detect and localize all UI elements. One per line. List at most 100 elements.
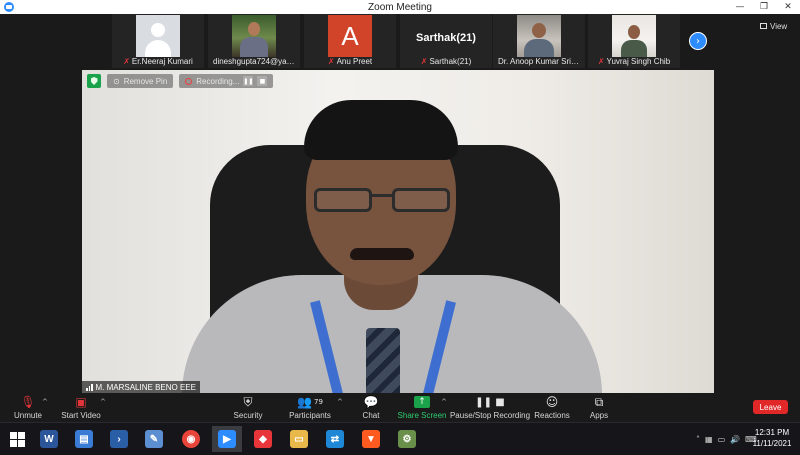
participant-display-name: Sarthak(21) xyxy=(416,32,476,44)
participant-name: dineshgupta724@yahoo.... xyxy=(213,57,295,66)
share-screen-icon: ↑ xyxy=(414,396,430,408)
taskbar-clock[interactable]: 12:31 PM 11/11/2021 xyxy=(752,427,792,449)
taskbar-utility[interactable]: ⚙ xyxy=(392,426,422,452)
letter-avatar: A xyxy=(328,15,372,57)
system-tray: ˄ ▦ ▭ 🔊 ⌨ xyxy=(696,428,757,450)
muted-mic-icon: ✗ xyxy=(597,56,605,66)
muted-mic-icon: ✗ xyxy=(420,56,428,66)
window-controls: — ❐ ✕ xyxy=(728,0,800,14)
participant-name: Anu Preet xyxy=(336,57,373,66)
muted-mic-icon: 🎙 xyxy=(20,395,36,409)
signal-bars-icon xyxy=(86,383,93,391)
taskbar-brave[interactable]: ▼ xyxy=(356,426,386,452)
word-icon: W xyxy=(40,430,58,448)
muted-mic-icon: ✗ xyxy=(327,56,335,66)
participants-options-caret[interactable]: ^ xyxy=(337,398,343,406)
remote-app-icon: ⇄ xyxy=(326,430,344,448)
chevron-right-icon[interactable]: › xyxy=(689,32,707,50)
participant-video xyxy=(517,15,561,57)
display-icon[interactable]: ▭ xyxy=(718,435,726,444)
apps-button[interactable]: ⧉ Apps xyxy=(588,394,610,421)
taskbar-anydesk[interactable]: ◆ xyxy=(248,426,278,452)
paint-icon: ✎ xyxy=(145,430,163,448)
taskbar-computer[interactable]: ▤ xyxy=(69,426,99,452)
grid-view-icon xyxy=(760,23,767,29)
leave-button[interactable]: Leave xyxy=(753,400,788,414)
participant-tile[interactable]: Dr. Anoop Kumar Srivast... xyxy=(493,14,585,68)
powershell-icon: › xyxy=(110,430,128,448)
recording-dot-icon xyxy=(185,77,193,85)
title-bar: Zoom Meeting — ❐ ✕ xyxy=(0,0,800,14)
taskbar-remote-app[interactable]: ⇄ xyxy=(320,426,350,452)
utility-icon: ⚙ xyxy=(398,430,416,448)
view-label: View xyxy=(770,21,788,31)
participants-icon: 👥 xyxy=(297,395,313,409)
remove-pin-button[interactable]: ⊙ Remove Pin xyxy=(107,74,174,88)
pause-stop-icon: ❚❚ ■ xyxy=(475,396,505,408)
volume-icon[interactable]: 🔊 xyxy=(730,435,740,444)
anydesk-icon: ◆ xyxy=(254,430,272,448)
windows-taskbar: W ▤ › ✎ ◉ ▶ ◆ ▭ ⇄ ▼ ⚙ ˄ ▦ ▭ 🔊 ⌨ 12:31 PM… xyxy=(0,422,800,455)
encryption-shield-icon[interactable] xyxy=(87,74,101,88)
share-screen-button[interactable]: ↑ Share Screen xyxy=(398,395,446,420)
stop-recording-icon[interactable]: ■ xyxy=(257,76,268,86)
participant-name: Dr. Anoop Kumar Srivast... xyxy=(498,57,580,66)
restore-button[interactable]: ❐ xyxy=(752,0,776,14)
brave-icon: ▼ xyxy=(362,430,380,448)
participant-name: Sarthak(21) xyxy=(429,57,472,66)
pause-stop-recording-button[interactable]: ❚❚ ■ Pause/Stop Recording xyxy=(450,395,530,421)
unmute-button[interactable]: 🎙 Unmute xyxy=(10,395,46,420)
participant-name: Er.Neeraj Kumari xyxy=(131,57,193,66)
zoom-icon: ▶ xyxy=(218,430,236,448)
default-avatar-icon xyxy=(136,15,180,57)
clock-time: 12:31 PM xyxy=(754,428,790,437)
participant-tile[interactable]: ✗ Yuvraj Singh Chib xyxy=(588,14,680,68)
video-options-caret[interactable]: ^ xyxy=(100,398,106,406)
meeting-toolbar: 🎙 Unmute ^ ▣ Start Video ^ ⛨ Security 👥 7… xyxy=(0,393,800,422)
taskbar-paint[interactable]: ✎ xyxy=(139,426,169,452)
taskbar-powershell[interactable]: › xyxy=(104,426,134,452)
video-overlay-controls: ⊙ Remove Pin Recording... ❚❚ ■ xyxy=(87,73,274,89)
reactions-button[interactable]: ☺ Reactions xyxy=(534,395,570,420)
taskbar-word[interactable]: W xyxy=(34,426,64,452)
window-title: Zoom Meeting xyxy=(368,1,432,13)
computer-icon: ▤ xyxy=(75,430,93,448)
minimize-button[interactable]: — xyxy=(728,0,752,14)
close-button[interactable]: ✕ xyxy=(776,0,800,14)
participant-strip: ✗ Er.Neeraj Kumari dineshgupta724@yahoo.… xyxy=(0,14,800,70)
pause-recording-icon[interactable]: ❚❚ xyxy=(243,76,253,86)
chat-icon: 💬 xyxy=(363,395,379,409)
start-video-button[interactable]: ▣ Start Video xyxy=(60,395,102,420)
muted-mic-icon: ✗ xyxy=(123,56,130,66)
active-speaker-video xyxy=(82,70,714,393)
reactions-icon: ☺ xyxy=(545,395,559,409)
recording-indicator: Recording... ❚❚ ■ xyxy=(179,74,274,88)
participant-video xyxy=(232,15,276,57)
share-options-caret[interactable]: ^ xyxy=(441,398,447,406)
apps-icon: ⧉ xyxy=(594,394,604,409)
folder-icon: ▭ xyxy=(290,430,308,448)
taskbar-zoom[interactable]: ▶ xyxy=(212,426,242,452)
pin-icon: ⊙ xyxy=(113,76,120,86)
participant-tile[interactable]: ✗ Er.Neeraj Kumari xyxy=(112,14,204,68)
network-icon[interactable]: ▦ xyxy=(705,435,713,444)
security-button[interactable]: ⛨ Security xyxy=(232,394,264,421)
clock-date: 11/11/2021 xyxy=(752,439,792,448)
chrome-icon: ◉ xyxy=(182,430,200,448)
participant-tile[interactable]: Sarthak(21) ✗ Sarthak(21) xyxy=(400,14,492,68)
taskbar-chrome[interactable]: ◉ xyxy=(176,426,206,452)
audio-options-caret[interactable]: ^ xyxy=(42,398,48,406)
participant-name: Yuvraj Singh Chib xyxy=(606,57,671,66)
chevron-up-icon[interactable]: ˄ xyxy=(696,435,700,444)
zoom-logo-icon xyxy=(4,2,14,12)
windows-logo-icon xyxy=(9,431,25,447)
view-button[interactable]: View xyxy=(760,20,787,32)
start-button[interactable] xyxy=(2,426,32,452)
taskbar-file-explorer[interactable]: ▭ xyxy=(284,426,314,452)
participant-tile[interactable]: A ✗ Anu Preet xyxy=(304,14,396,68)
participant-video xyxy=(612,15,656,57)
shield-icon: ⛨ xyxy=(243,394,253,409)
participants-button[interactable]: 👥 79 Participants xyxy=(288,395,332,420)
participant-tile[interactable]: dineshgupta724@yahoo.... xyxy=(208,14,300,68)
chat-button[interactable]: 💬 Chat xyxy=(360,395,382,420)
